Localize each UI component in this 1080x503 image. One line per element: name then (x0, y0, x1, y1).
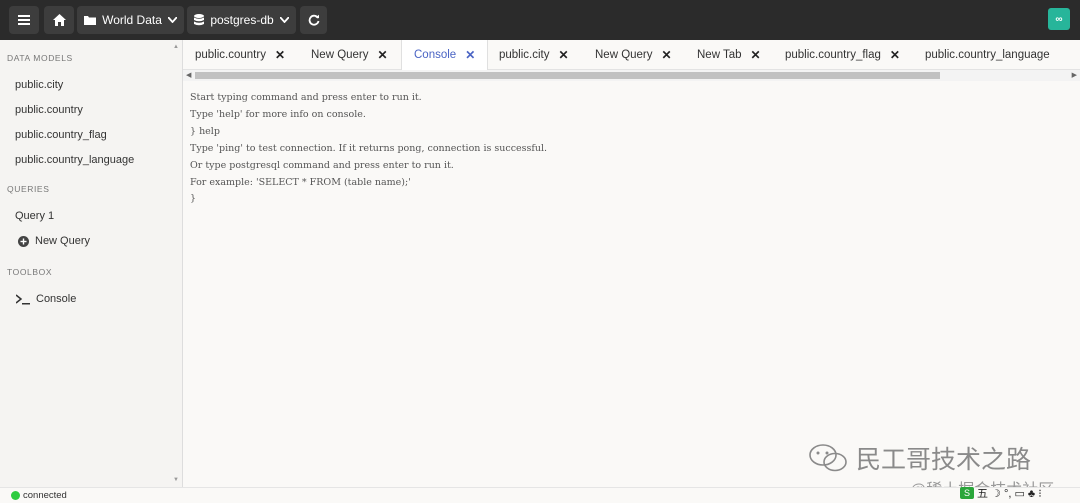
sidebar: DATA MODELS public.city public.country p… (0, 40, 183, 487)
connection-selector[interactable]: postgres-db (187, 6, 296, 34)
sidebar-item-query-1[interactable]: Query 1 (15, 210, 54, 222)
app-logo-icon: ∞ (1048, 8, 1070, 30)
watermark-text: 民工哥技术之路 (856, 446, 1032, 474)
close-icon[interactable]: ✕ (751, 48, 761, 62)
tab-label: New Query (595, 49, 653, 61)
tab-console[interactable]: Console ✕ (401, 40, 489, 70)
scroll-left-arrow[interactable]: ◀ (186, 71, 191, 79)
database-label: World Data (102, 13, 162, 27)
section-title-data-models: DATA MODELS (7, 53, 73, 63)
terminal-icon (16, 293, 30, 305)
tab-label: New Tab (697, 49, 742, 61)
close-icon[interactable]: ✕ (465, 48, 475, 62)
tab-bar: public.country ✕ New Query ✕ Console ✕ publ… (183, 40, 1080, 70)
tab-label: public.country_language (925, 49, 1050, 61)
close-icon[interactable]: ✕ (378, 48, 388, 62)
tab-public-country[interactable]: public.country ✕ (195, 40, 285, 70)
menu-button[interactable] (9, 6, 39, 34)
refresh-button[interactable] (300, 6, 327, 34)
status-dot (11, 491, 20, 500)
database-selector[interactable]: World Data (77, 6, 184, 34)
tab-label: public.city (499, 49, 550, 61)
tab-public-country-language[interactable]: public.country_language (925, 40, 1050, 70)
tab-new-query[interactable]: New Query ✕ (311, 40, 388, 70)
close-icon[interactable]: ✕ (662, 48, 672, 62)
sidebar-item-console[interactable]: Console (16, 293, 76, 305)
section-title-toolbox: TOOLBOX (7, 267, 53, 277)
status-bar: connected (0, 487, 1080, 503)
close-icon[interactable]: ✕ (275, 48, 285, 62)
console-line: Start typing command and press enter to … (190, 92, 422, 103)
tab-new-query-2[interactable]: New Query ✕ (595, 40, 672, 70)
sidebar-item-label: Console (36, 293, 77, 305)
scroll-right-arrow[interactable]: ▶ (1072, 71, 1077, 79)
scroll-up-arrow[interactable]: ▲ (173, 44, 179, 50)
tab-label: New Query (311, 49, 369, 61)
tab-new-tab[interactable]: New Tab ✕ (697, 40, 761, 70)
tab-label: public.country_flag (785, 49, 881, 61)
sidebar-item-label: New Query (35, 235, 91, 247)
status-text: connected (23, 490, 67, 501)
scroll-down-arrow[interactable]: ▼ (173, 477, 179, 483)
refresh-icon (308, 14, 319, 26)
sidebar-item-public-country-flag[interactable]: public.country_flag (15, 129, 107, 141)
hamburger-icon (18, 15, 30, 25)
home-icon (52, 14, 66, 26)
tab-label: public.country (195, 49, 266, 61)
sidebar-item-label: public.country (15, 104, 83, 116)
close-icon[interactable]: ✕ (890, 48, 900, 62)
tab-label: Console (414, 49, 457, 61)
sidebar-item-label: public.country_language (15, 154, 135, 166)
wechat-icon (809, 444, 847, 472)
plus-circle-icon (18, 235, 29, 247)
scrollbar-thumb[interactable] (195, 72, 940, 79)
tab-scrollbar[interactable]: ◀ ▶ (183, 70, 1080, 81)
tab-public-country-flag[interactable]: public.country_flag ✕ (785, 40, 900, 70)
console-prompt[interactable]: } (190, 191, 547, 208)
sidebar-item-public-country-language[interactable]: public.country_language (15, 154, 134, 166)
console-line: Type 'ping' to test connection. If it re… (190, 142, 548, 154)
close-icon[interactable]: ✕ (559, 48, 569, 62)
ime-toolbar[interactable]: S 五 ☽ °, ▭ ♣ ⁝ (960, 485, 1042, 501)
database-icon (194, 14, 205, 26)
sidebar-item-label: public.country_flag (15, 129, 107, 141)
console-line: Type 'help' for more info on console. (190, 108, 366, 120)
chevron-down-icon (279, 17, 289, 23)
folder-icon (84, 16, 97, 25)
console-output[interactable]: Start typing command and press enter to … (190, 90, 547, 208)
watermark: 民工哥技术之路 (808, 440, 1031, 476)
ime-logo-icon: S (960, 487, 974, 499)
section-title-queries: QUERIES (7, 184, 50, 194)
chevron-down-icon (167, 17, 177, 23)
console-line: } help (190, 125, 220, 137)
sidebar-item-public-country[interactable]: public.country (15, 104, 83, 116)
sidebar-item-label: public.city (15, 79, 64, 91)
new-query-button[interactable]: New Query (18, 235, 90, 247)
sidebar-item-label: Query 1 (15, 210, 55, 222)
top-bar: World Data postgres-db ∞ (0, 0, 1080, 40)
sidebar-item-public-city[interactable]: public.city (15, 79, 63, 91)
home-button[interactable] (44, 6, 74, 34)
tab-public-city[interactable]: public.city ✕ (499, 40, 569, 70)
console-line: Or type postgresql command and press ent… (190, 159, 454, 171)
ime-mode-icon: 五 ☽ °, ▭ ♣ ⁝ (977, 488, 1042, 500)
console-line: For example: 'SELECT * FROM (table name)… (190, 176, 411, 188)
connection-label: postgres-db (210, 13, 274, 27)
